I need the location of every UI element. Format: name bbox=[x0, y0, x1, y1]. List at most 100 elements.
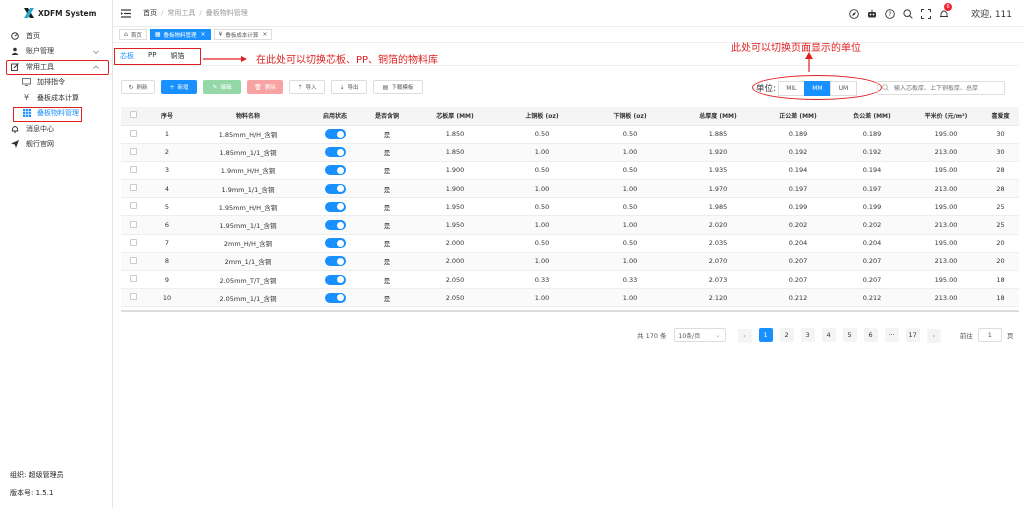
column-header[interactable]: 喜爱度 bbox=[982, 107, 1019, 126]
row-checkbox[interactable] bbox=[121, 270, 146, 290]
table-row[interactable]: 4 1.9mm_1/1_含铜是 1.900 1.00 1.00 1.970 0.197 0.1… bbox=[121, 179, 1019, 199]
toggle-switch[interactable] bbox=[324, 147, 346, 158]
tab-home[interactable]: ⌂ 首页 bbox=[119, 29, 147, 40]
next-page-button[interactable]: › bbox=[926, 329, 941, 343]
table-row[interactable]: 1 1.85mm_H/H_含铜是 1.850 0.50 0.50 1.885 0.189 0.… bbox=[121, 125, 1019, 144]
column-header[interactable]: 正公差 (MM) bbox=[762, 107, 834, 126]
enabled-toggle[interactable] bbox=[308, 252, 362, 272]
download-template-button[interactable]: ▤ 下载模板 bbox=[373, 80, 423, 94]
sidebar-item-website[interactable]: 舰行官网 bbox=[0, 137, 112, 153]
enabled-toggle[interactable] bbox=[308, 215, 362, 235]
table-row[interactable]: 5 1.95mm_H/H_含铜是 1.950 0.50 0.50 1.985 0.199 0.… bbox=[121, 197, 1019, 217]
table-row[interactable]: 8 2mm_1/1_含铜是 2.000 1.00 1.00 2.070 0.207 0.207… bbox=[121, 252, 1019, 272]
page-button[interactable]: 4 bbox=[821, 328, 836, 342]
sidebar-item-accounts[interactable]: 账户管理 bbox=[0, 44, 112, 60]
row-checkbox[interactable] bbox=[121, 288, 146, 308]
toggle-switch[interactable] bbox=[324, 183, 346, 194]
breadcrumb-tools[interactable]: 常用工具 bbox=[167, 8, 195, 18]
page-button[interactable]: 1 bbox=[758, 328, 773, 342]
enabled-toggle[interactable] bbox=[308, 143, 362, 162]
page-button[interactable]: 5 bbox=[842, 328, 857, 342]
sidebar-item-cost[interactable]: ¥ 叠板成本计算 bbox=[0, 90, 112, 106]
unit-option-um[interactable]: UM bbox=[829, 80, 857, 96]
app-logo[interactable]: XDFM System bbox=[0, 0, 112, 26]
refresh-button[interactable]: ↻ 刷新 bbox=[121, 80, 155, 94]
close-icon[interactable]: × bbox=[201, 31, 206, 38]
enabled-toggle[interactable] bbox=[308, 288, 362, 308]
toggle-switch[interactable] bbox=[324, 274, 346, 285]
toggle-switch[interactable] bbox=[324, 256, 346, 267]
toggle-switch[interactable] bbox=[324, 165, 346, 176]
toggle-switch[interactable] bbox=[324, 220, 346, 231]
page-button[interactable]: 2 bbox=[779, 328, 794, 342]
compass-icon[interactable] bbox=[849, 8, 859, 19]
column-header[interactable]: 上铜板 (oz) bbox=[498, 107, 586, 126]
enabled-toggle[interactable] bbox=[308, 161, 362, 181]
row-checkbox[interactable] bbox=[121, 179, 146, 199]
table-row[interactable]: 10 2.05mm_1/1_含铜是 2.050 1.00 1.00 2.120 0.212 0… bbox=[121, 288, 1019, 308]
table-row[interactable]: 3 1.9mm_H/H_含铜是 1.900 0.50 0.50 1.935 0.194 0.1… bbox=[121, 161, 1019, 181]
delete-button[interactable]: 🗑 删除 bbox=[247, 80, 283, 94]
enabled-toggle[interactable] bbox=[308, 179, 362, 199]
column-header[interactable]: 芯板厚 (MM) bbox=[412, 107, 498, 126]
add-button[interactable]: + 新增 bbox=[161, 80, 197, 94]
export-button[interactable]: ⇣ 导出 bbox=[331, 80, 367, 94]
breadcrumb-home[interactable]: 首页 bbox=[143, 8, 157, 18]
row-checkbox[interactable] bbox=[121, 197, 146, 217]
help-icon[interactable]: ? bbox=[885, 8, 895, 19]
import-button[interactable]: ⇡ 导入 bbox=[289, 80, 325, 94]
column-header[interactable]: 负公差 (MM) bbox=[834, 107, 910, 126]
tab-material[interactable]: ▦ 叠板物料管理 × bbox=[149, 29, 211, 40]
search-input[interactable] bbox=[894, 84, 1004, 92]
enabled-toggle[interactable] bbox=[308, 125, 362, 144]
sidebar-item-home[interactable]: 首页 bbox=[0, 28, 112, 44]
page-button[interactable]: 6 bbox=[863, 328, 878, 342]
notification-bell-icon[interactable]: 6 bbox=[939, 2, 953, 19]
column-header[interactable]: 物料名称 bbox=[188, 107, 308, 126]
table-row[interactable]: 9 2.05mm_T/T_含铜是 2.050 0.33 0.33 2.073 0.207 0.… bbox=[121, 270, 1019, 290]
column-header[interactable]: 序号 bbox=[146, 107, 188, 126]
page-button[interactable]: 17 bbox=[905, 328, 920, 342]
unit-option-mm[interactable]: MM bbox=[803, 80, 831, 96]
column-header[interactable]: 是否含铜 bbox=[362, 107, 412, 126]
search-icon[interactable] bbox=[903, 8, 913, 19]
column-header[interactable]: 平米价 (元/m²) bbox=[910, 107, 982, 126]
table-row[interactable]: 6 1.95mm_1/1_含铜是 1.950 1.00 1.00 2.020 0.202 0.… bbox=[121, 215, 1019, 235]
page-size-select[interactable]: 10条/页 ⌄ bbox=[673, 328, 726, 342]
row-checkbox[interactable] bbox=[121, 143, 146, 162]
menu-toggle-icon[interactable] bbox=[121, 8, 131, 18]
prev-page-button[interactable]: ‹ bbox=[737, 329, 752, 343]
column-header[interactable]: 下铜板 (oz) bbox=[586, 107, 674, 126]
goto-page-input[interactable]: 1 bbox=[977, 328, 1002, 342]
row-checkbox[interactable] bbox=[121, 161, 146, 181]
sidebar-item-messages[interactable]: 消息中心 bbox=[0, 121, 112, 137]
tab-cost[interactable]: ¥ 叠板成本计算 × bbox=[213, 29, 273, 40]
toggle-switch[interactable] bbox=[324, 292, 346, 303]
edit-button[interactable]: ✎ 编辑 bbox=[203, 80, 241, 94]
toggle-switch[interactable] bbox=[324, 238, 346, 249]
row-checkbox[interactable] bbox=[121, 215, 146, 235]
toggle-switch[interactable] bbox=[324, 201, 346, 212]
has-copper: 是 bbox=[362, 234, 412, 253]
row-checkbox[interactable] bbox=[121, 252, 146, 272]
table-row[interactable]: 2 1.85mm_1/1_含铜是 1.850 1.00 1.00 1.920 0.192 0.… bbox=[121, 143, 1019, 162]
sidebar-item-command[interactable]: 加排指令 bbox=[0, 75, 112, 91]
column-header[interactable]: 总厚度 (MM) bbox=[674, 107, 762, 126]
row-checkbox[interactable] bbox=[121, 234, 146, 253]
welcome-text[interactable]: 欢迎, 111 bbox=[971, 7, 1012, 20]
page-button[interactable]: ··· bbox=[884, 328, 899, 342]
enabled-toggle[interactable] bbox=[308, 234, 362, 253]
page-button[interactable]: 3 bbox=[800, 328, 815, 342]
fullscreen-icon[interactable] bbox=[921, 8, 932, 19]
robot-icon[interactable] bbox=[867, 9, 877, 19]
close-icon[interactable]: × bbox=[262, 31, 267, 38]
unit-option-mil[interactable]: MIL bbox=[777, 80, 805, 96]
enabled-toggle[interactable] bbox=[308, 197, 362, 217]
toggle-switch[interactable] bbox=[324, 129, 346, 140]
table-row[interactable]: 7 2mm_H/H_含铜是 2.000 0.50 0.50 2.035 0.204 0.204… bbox=[121, 234, 1019, 253]
horizontal-scrollbar[interactable] bbox=[121, 310, 1019, 312]
column-header[interactable]: 启用状态 bbox=[308, 107, 362, 126]
select-all-checkbox[interactable] bbox=[121, 107, 146, 126]
enabled-toggle[interactable] bbox=[308, 270, 362, 290]
row-checkbox[interactable] bbox=[121, 125, 146, 144]
